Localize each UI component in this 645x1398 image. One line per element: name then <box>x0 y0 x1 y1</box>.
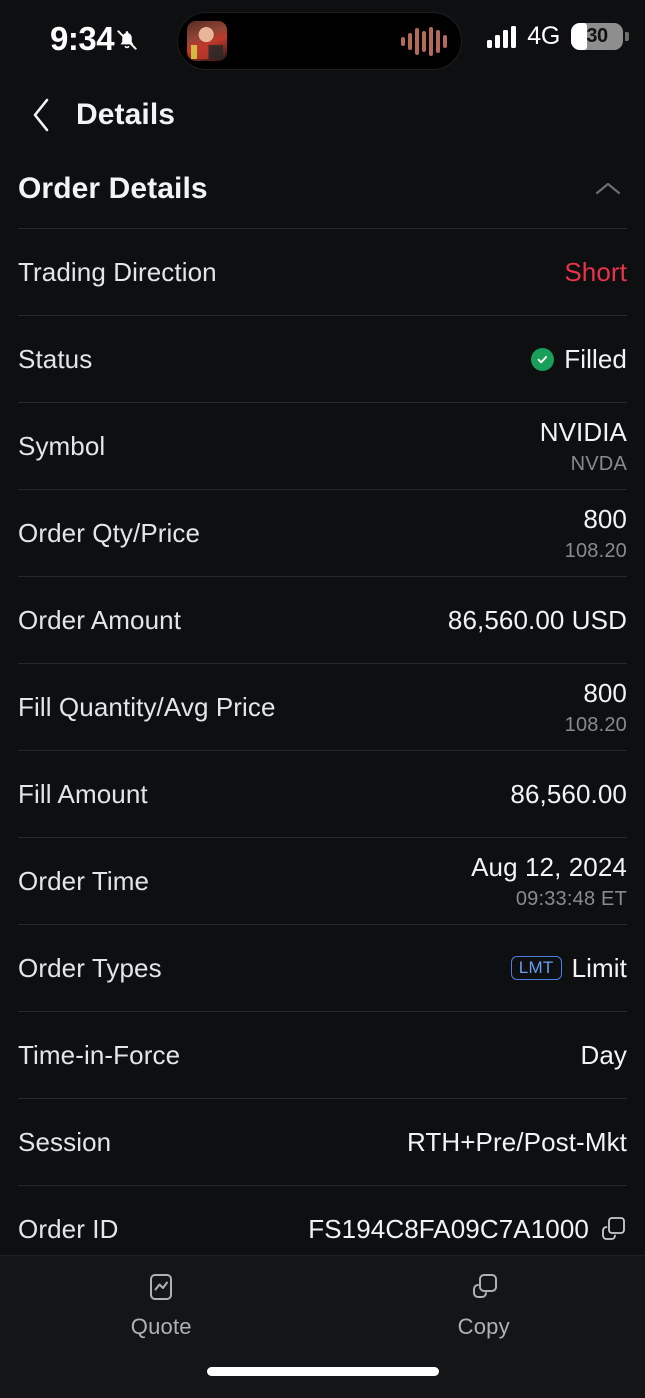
detail-row-value-main: Day <box>580 1039 627 1070</box>
detail-row-value-main: 800 <box>583 677 627 708</box>
detail-row-value-main: Limit <box>571 952 627 983</box>
detail-row-value-main: Short <box>564 256 627 287</box>
detail-row-value: 86,560.00 USD <box>448 605 627 636</box>
detail-row-value: FS194C8FA09C7A1000 <box>308 1214 627 1245</box>
status-bar-time: 9:34 <box>50 20 115 57</box>
detail-row: Order Time Aug 12, 2024 09:33:48 ET <box>18 837 627 924</box>
detail-row-label: Order Time <box>18 865 150 896</box>
detail-row-value: 800 108.20 <box>565 504 627 563</box>
detail-row-value-main: Filled <box>564 343 627 374</box>
status-bar-right: 4G 30 <box>487 22 629 51</box>
back-button[interactable] <box>18 92 64 138</box>
audio-waveform-icon <box>401 26 447 56</box>
detail-row-value: NVIDIA NVDA <box>540 417 627 476</box>
detail-row-value: Filled <box>531 344 627 375</box>
order-details-section-header[interactable]: Order Details <box>0 150 645 228</box>
collapse-toggle[interactable] <box>591 172 625 206</box>
detail-row-value-main: FS194C8FA09C7A1000 <box>308 1213 589 1244</box>
detail-row: Fill Amount 86,560.00 <box>18 750 627 837</box>
detail-row: Status Filled <box>18 315 627 402</box>
detail-row-value-main: 86,560.00 USD <box>447 604 627 635</box>
section-title: Order Details <box>18 172 208 205</box>
detail-row-value-sub: NVDA <box>570 452 627 475</box>
dynamic-island[interactable] <box>177 12 462 70</box>
tab-copy-label: Copy <box>457 1314 510 1339</box>
order-type-badge: LMT <box>510 956 562 980</box>
detail-row-value-sub: 108.20 <box>564 713 627 736</box>
detail-row-label: Fill Quantity/Avg Price <box>18 691 276 722</box>
detail-row-value: Aug 12, 2024 09:33:48 ET <box>471 852 627 911</box>
album-art <box>187 21 227 61</box>
detail-row-label: Status <box>18 343 93 374</box>
tab-copy[interactable]: Copy <box>323 1270 645 1340</box>
status-check-icon <box>531 347 555 371</box>
tab-quote-label: Quote <box>130 1314 192 1339</box>
detail-row-value: Day <box>580 1040 627 1071</box>
chevron-up-icon <box>595 182 621 195</box>
detail-row-value: 86,560.00 <box>510 779 627 810</box>
page-title: Details <box>76 98 176 131</box>
phone-screen: 9:34 4G 30 Details Order Details Trading… <box>0 0 645 1398</box>
detail-row: Order Amount 86,560.00 USD <box>18 576 627 663</box>
detail-row: Fill Quantity/Avg Price 800 108.20 <box>18 663 627 750</box>
detail-row-value-main: 800 <box>583 503 627 534</box>
bottom-action-bar: Quote Copy <box>0 1255 645 1398</box>
home-indicator <box>206 1367 439 1376</box>
detail-row-label: Order Qty/Price <box>18 517 201 548</box>
detail-row: Time-in-Force Day <box>18 1011 627 1098</box>
detail-row: Symbol NVIDIA NVDA <box>18 402 627 489</box>
detail-row: Order Qty/Price 800 108.20 <box>18 489 627 576</box>
detail-row-value-main: Aug 12, 2024 <box>471 851 627 882</box>
battery-indicator: 30 <box>571 23 629 50</box>
detail-row-label: Symbol <box>18 430 106 461</box>
quote-chart-icon <box>150 1274 173 1300</box>
detail-row-value: LMT Limit <box>510 952 627 984</box>
detail-row-label: Trading Direction <box>18 256 217 287</box>
detail-row-label: Fill Amount <box>18 778 148 809</box>
battery-percent: 30 <box>586 25 608 47</box>
copy-icon <box>472 1274 497 1298</box>
detail-row: Order Types LMT Limit <box>18 924 627 1011</box>
detail-row-value: RTH+Pre/Post-Mkt <box>407 1127 627 1158</box>
detail-row-value-sub: 108.20 <box>564 539 627 562</box>
detail-row-label: Order ID <box>18 1213 119 1244</box>
detail-row-value-main: 86,560.00 <box>510 778 627 809</box>
network-type: 4G <box>527 22 560 50</box>
detail-row-value: 800 108.20 <box>565 678 627 737</box>
detail-row-value: Short <box>564 257 627 288</box>
chevron-left-icon <box>33 98 49 132</box>
bell-slash-icon <box>117 30 137 50</box>
detail-row-label: Time-in-Force <box>18 1039 181 1070</box>
detail-row-label: Order Amount <box>18 604 182 635</box>
detail-row-value-main: RTH+Pre/Post-Mkt <box>407 1126 627 1157</box>
detail-row-label: Order Types <box>18 952 162 983</box>
detail-row: Session RTH+Pre/Post-Mkt <box>18 1098 627 1185</box>
cellular-bars-icon <box>487 25 517 48</box>
order-details-list: Trading Direction Short Status Filled Symbol… <box>0 228 645 1272</box>
detail-row-value-main: NVIDIA <box>539 416 627 447</box>
tab-quote[interactable]: Quote <box>0 1270 323 1340</box>
detail-row-label: Session <box>18 1126 112 1157</box>
copy-order-id-icon[interactable] <box>599 1215 627 1243</box>
detail-row-value-sub: 09:33:48 ET <box>515 887 627 910</box>
navigation-bar: Details <box>0 80 645 150</box>
detail-row: Trading Direction Short <box>18 228 627 315</box>
status-bar: 9:34 4G 30 <box>0 0 645 80</box>
